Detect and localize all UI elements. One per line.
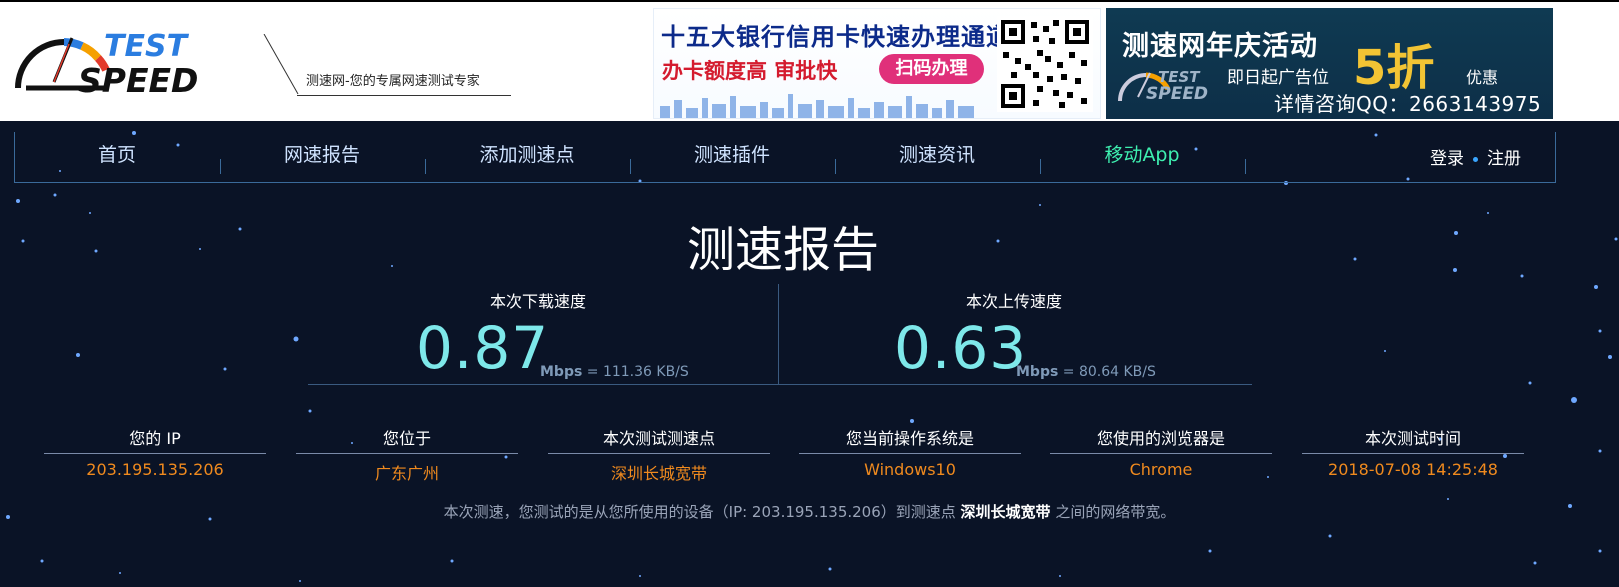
info-value: Chrome <box>1129 460 1193 479</box>
upload-mbps-unit: Mbps <box>1016 364 1059 380</box>
logo-line2: SPEED <box>78 61 199 100</box>
info-browser: 您使用的浏览器是 Chrome <box>1050 425 1272 479</box>
description-suffix: 之间的网络带宽。 <box>1055 503 1176 521</box>
upload-label: 本次上传速度 <box>965 292 1062 311</box>
site-slogan: 测速网-您的专属网速测试专家 <box>306 74 480 89</box>
info-value: 2018-07-08 14:25:48 <box>1328 460 1498 479</box>
nav-item-plugin[interactable]: 测速插件 <box>630 140 834 166</box>
ad1-title: 十五大银行信用卡快速办理通道 <box>661 23 1011 51</box>
info-value: 203.195.135.206 <box>86 460 224 479</box>
ad2-logo-line2: SPEED <box>1146 84 1209 104</box>
description-server: 深圳长城宽带 <box>960 503 1051 521</box>
download-speed-block: 本次下载速度 0.87 Mbps = 111.36 KB/S <box>308 288 768 382</box>
upload-equals: = 80.64 <box>1062 364 1120 380</box>
anniversary-ad-banner[interactable]: 测速网年庆活动 即日起广告位 5折 优惠 详情咨询QQ：2663143975 T… <box>1106 8 1553 119</box>
ad1-scan-button[interactable]: 扫码办理 <box>879 54 984 84</box>
download-value: 0.87 <box>416 314 550 382</box>
info-label: 您的 IP <box>44 425 266 454</box>
speed-underline <box>308 384 1252 385</box>
nav-item-news[interactable]: 测速资讯 <box>835 140 1039 166</box>
info-location: 您位于 广东广州 <box>296 425 518 484</box>
description-prefix: 本次测速，您测试的是从您所使用的设备（IP: 203.195.135.206）到… <box>443 503 956 521</box>
ad2-title: 测速网年庆活动 <box>1122 31 1318 62</box>
ad1-subtitle: 办卡额度高 审批快 <box>662 59 838 83</box>
info-os: 您当前操作系统是 Windows10 <box>799 425 1021 479</box>
download-unit: Mbps = 111.36 KB/S <box>540 364 689 380</box>
download-mbps-unit: Mbps <box>540 364 583 380</box>
nav-divider <box>1245 159 1246 174</box>
slogan-divider <box>263 34 299 95</box>
info-label: 您使用的浏览器是 <box>1050 425 1272 454</box>
upload-kb-unit: KB/S <box>1123 364 1156 380</box>
info-label: 您位于 <box>296 425 518 454</box>
upload-unit: Mbps = 80.64 KB/S <box>1016 364 1156 380</box>
info-value: 广东广州 <box>374 464 439 483</box>
nav-item-speed-report[interactable]: 网速报告 <box>220 140 424 166</box>
nav-item-home[interactable]: 首页 <box>15 140 219 166</box>
ad2-contact: 详情咨询QQ：2663143975 <box>1274 92 1542 116</box>
info-test-point: 本次测试测速点 深圳长城宽带 <box>548 425 770 484</box>
credit-card-ad-banner[interactable]: 十五大银行信用卡快速办理通道 办卡额度高 审批快 扫码办理 <box>653 8 1101 119</box>
header-bar: TEST SPEED 测速网-您的专属网速测试专家 十五大银行信用卡快速办理通道… <box>0 0 1619 121</box>
qr-code-icon <box>997 16 1093 112</box>
info-value: Windows10 <box>864 460 956 479</box>
main-nav: 首页 网速报告 添加测速点 测速插件 测速资讯 移动App 登录 注册 <box>14 132 1556 183</box>
test-description: 本次测速，您测试的是从您所使用的设备（IP: 203.195.135.206）到… <box>0 501 1619 522</box>
login-link[interactable]: 登录 <box>1430 149 1464 169</box>
register-link[interactable]: 注册 <box>1487 149 1521 169</box>
page-title: 测速报告 <box>686 222 879 278</box>
upload-value: 0.63 <box>894 314 1028 382</box>
speed-divider <box>778 284 779 384</box>
slogan-underline <box>297 95 511 96</box>
upload-speed-block: 本次上传速度 0.63 Mbps = 80.64 KB/S <box>784 288 1244 382</box>
nav-item-mobile-app[interactable]: 移动App <box>1040 140 1244 166</box>
info-value: 深圳长城宽带 <box>610 464 707 483</box>
ad2-discount-suffix: 优惠 <box>1466 68 1499 87</box>
logo-line1: TEST <box>104 29 188 64</box>
info-test-time: 本次测试时间 2018-07-08 14:25:48 <box>1302 425 1524 479</box>
download-kb-unit: KB/S <box>656 364 689 380</box>
ad2-subtitle: 即日起广告位 <box>1227 68 1329 88</box>
info-label: 本次测试时间 <box>1302 425 1524 454</box>
download-equals: = 111.36 <box>586 364 652 380</box>
auth-links: 登录 注册 <box>1430 144 1521 169</box>
info-ip: 您的 IP 203.195.135.206 <box>44 425 266 479</box>
info-label: 您当前操作系统是 <box>799 425 1021 454</box>
download-label: 本次下载速度 <box>489 292 586 311</box>
separator-dot-icon <box>1473 156 1478 162</box>
city-skyline-icon <box>660 94 974 118</box>
info-label: 本次测试测速点 <box>548 425 770 454</box>
nav-item-add-test-point[interactable]: 添加测速点 <box>425 140 629 166</box>
